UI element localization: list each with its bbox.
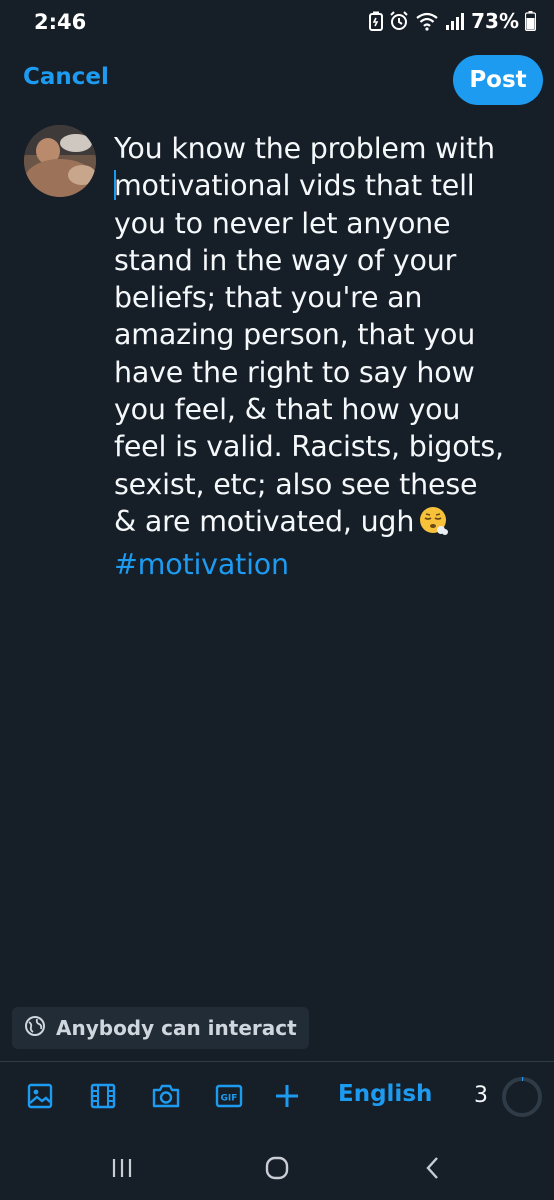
gif-icon[interactable]: GIF — [213, 1080, 245, 1112]
system-nav-bar — [0, 1134, 554, 1200]
battery-saver-icon — [369, 11, 384, 31]
back-icon[interactable] — [418, 1153, 448, 1183]
hashtag-link[interactable]: #motivation — [114, 546, 539, 583]
avatar — [24, 125, 96, 197]
svg-text:GIF: GIF — [221, 1094, 238, 1104]
home-icon[interactable] — [262, 1153, 292, 1183]
plus-icon[interactable] — [271, 1080, 303, 1112]
battery-icon — [525, 11, 536, 31]
text-line: amazing person, that you — [114, 318, 476, 352]
face-exhaling-emoji — [418, 505, 450, 546]
character-count: 3 — [474, 1083, 488, 1108]
status-icons: 73% — [369, 9, 536, 33]
post-button[interactable]: Post — [453, 55, 543, 105]
language-selector[interactable]: English — [338, 1081, 432, 1107]
text-line: sexist, etc; also see these — [114, 467, 478, 501]
toolbar-divider — [0, 1061, 554, 1062]
reply-setting-label: Anybody can interact — [56, 1016, 297, 1040]
character-progress-ring — [502, 1077, 542, 1117]
alarm-icon — [389, 11, 409, 31]
text-line: feel is valid. Racists, bigots, — [114, 430, 504, 464]
cancel-button[interactable]: Cancel — [23, 64, 109, 90]
status-bar: 2:46 73% — [0, 0, 554, 44]
text-line: You know the problem with — [114, 132, 495, 165]
post-text-area[interactable]: You know the problem with motivational v… — [114, 130, 539, 584]
text-line: stand in the way of your — [114, 243, 457, 277]
wifi-icon — [415, 11, 439, 31]
text-line-with-cursor: motivational vids that tell — [114, 167, 539, 204]
globe-icon — [24, 1015, 46, 1042]
text-line: you feel, & that how you — [114, 393, 461, 427]
recent-apps-icon[interactable] — [107, 1153, 137, 1183]
text-line: & are motivated, ugh — [114, 504, 415, 538]
reply-setting-button[interactable]: Anybody can interact — [12, 1007, 309, 1049]
status-time: 2:46 — [34, 10, 87, 34]
battery-percentage: 73% — [471, 9, 519, 33]
compose-post-screen: 2:46 73% Cancel Post You know the proble… — [0, 0, 554, 1200]
text-line: motivational vids that tell — [114, 169, 475, 203]
video-icon[interactable] — [87, 1080, 119, 1112]
text-line-with-emoji: & are motivated, ugh — [114, 503, 539, 546]
text-line: beliefs; that you're an — [114, 281, 423, 315]
image-icon[interactable] — [24, 1080, 56, 1112]
camera-icon[interactable] — [150, 1080, 182, 1112]
signal-icon — [445, 12, 465, 30]
text-line: you to never let anyone — [114, 206, 451, 240]
text-line: have the right to say how — [114, 355, 475, 389]
